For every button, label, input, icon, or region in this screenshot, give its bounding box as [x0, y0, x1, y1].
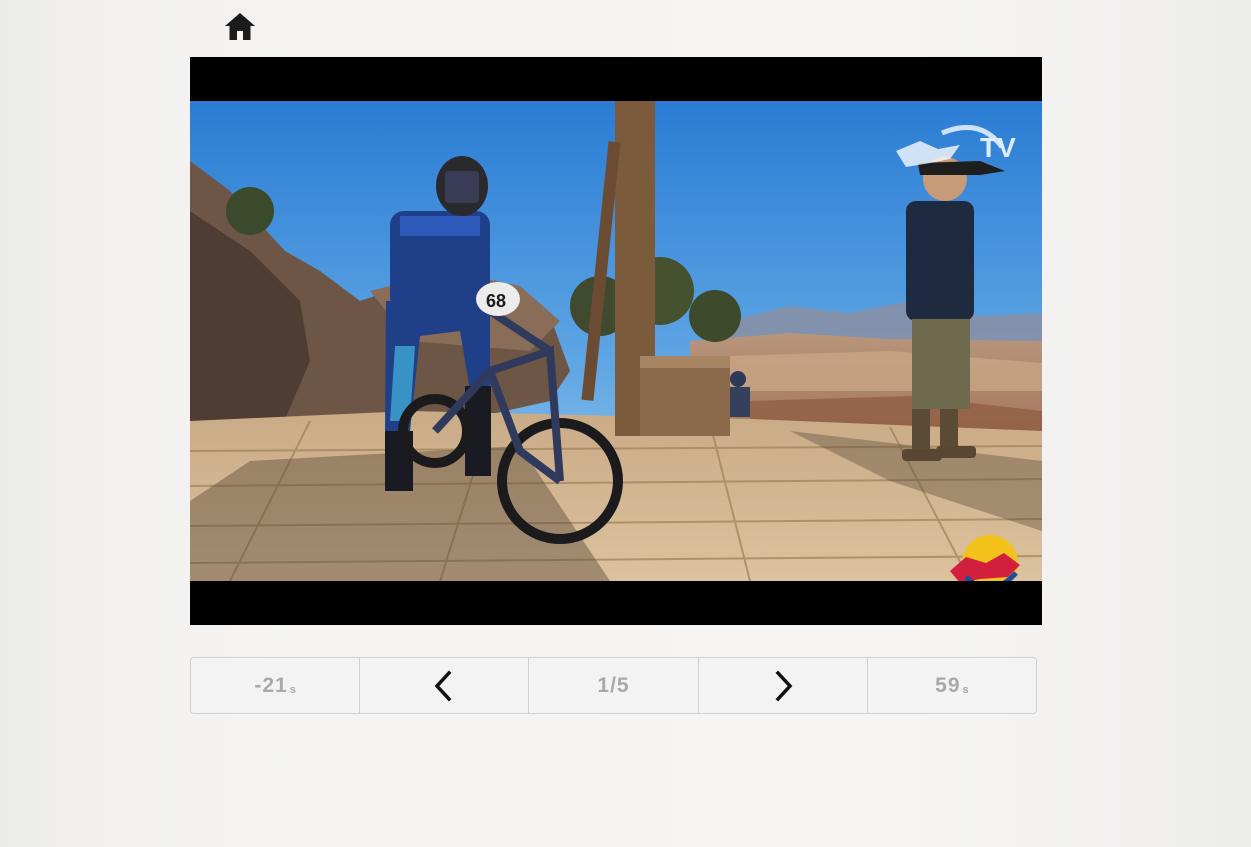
previous-button[interactable]: [360, 658, 530, 713]
next-button[interactable]: [699, 658, 868, 713]
skip-forward-unit: s: [962, 683, 969, 696]
skip-back-unit: s: [289, 683, 296, 696]
skip-back-value: -21: [254, 673, 288, 697]
page-indicator-text: 1/5: [597, 673, 630, 697]
video-frame: 68 TV: [190, 101, 1042, 581]
playback-controls: -21 s 1/5 59 s: [190, 657, 1037, 714]
video-image: 68 TV: [190, 101, 1042, 581]
chevron-left-icon: [434, 670, 452, 701]
skip-back-button[interactable]: -21 s: [191, 658, 361, 713]
home-button[interactable]: [222, 10, 258, 44]
skip-forward-button[interactable]: 59 s: [868, 658, 1036, 713]
svg-text:68: 68: [486, 291, 506, 311]
video-player[interactable]: 68 TV: [190, 57, 1042, 625]
chevron-right-icon: [775, 670, 793, 701]
page-indicator: 1/5: [529, 658, 699, 713]
home-icon: [225, 13, 255, 40]
svg-text:TV: TV: [980, 132, 1016, 163]
skip-forward-value: 59: [935, 673, 961, 697]
